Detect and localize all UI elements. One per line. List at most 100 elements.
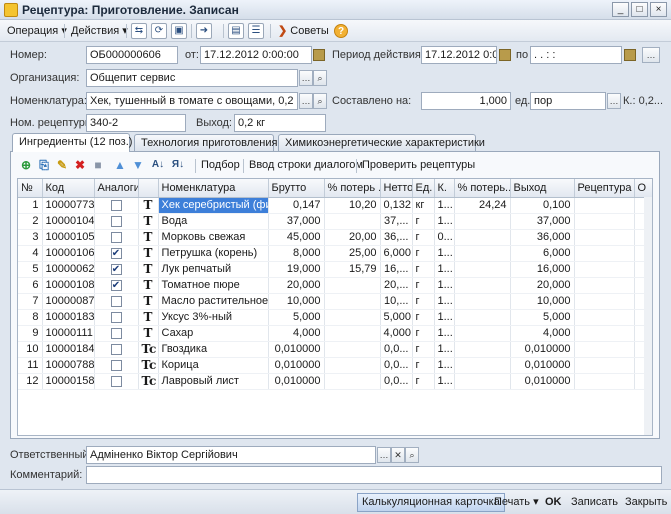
cell-net[interactable]: 5,000: [380, 309, 413, 326]
cell-loss-percent[interactable]: [324, 309, 381, 326]
column-header-unit[interactable]: Ед.: [412, 179, 435, 198]
refresh-icon[interactable]: ⟳: [151, 23, 167, 39]
cell-row-number[interactable]: 12: [18, 373, 43, 390]
analog-checkbox-cell[interactable]: [94, 309, 139, 326]
cell-yield[interactable]: 20,000: [510, 277, 575, 294]
column-header-net[interactable]: Нетто: [380, 179, 413, 198]
tab-technology[interactable]: Технология приготовления: [134, 134, 277, 152]
analog-checkbox[interactable]: [110, 359, 122, 371]
column-header-code[interactable]: Код: [42, 179, 95, 198]
cell-coefficient[interactable]: 1...: [434, 325, 455, 342]
cell-nomenclature[interactable]: Уксус 3%-ный: [158, 309, 269, 326]
tab-chemical-characteristics[interactable]: Химикоэнергетические характеристики: [278, 134, 485, 152]
clear-icon[interactable]: ✕: [391, 447, 405, 463]
analog-checkbox[interactable]: [110, 311, 122, 323]
cell-gross[interactable]: 8,000: [268, 245, 325, 262]
cell-recipe[interactable]: [574, 341, 635, 358]
table-row[interactable]: 3 10000105 T Морковь свежая 45,000 20,00 36,..…: [18, 229, 652, 246]
cell-code[interactable]: 10000184: [42, 341, 95, 358]
analog-checkbox[interactable]: ✔: [110, 247, 122, 259]
cell-net[interactable]: 0,132: [380, 197, 413, 214]
calendar-icon[interactable]: [313, 49, 325, 61]
cell-nomenclature[interactable]: Хек серебристый (фи...: [158, 197, 269, 214]
cell-recipe[interactable]: [574, 357, 635, 374]
search-icon[interactable]: ⌕: [405, 447, 419, 463]
cell-nomenclature[interactable]: Лук репчатый: [158, 261, 269, 278]
tips-button[interactable]: ❯ Советы: [274, 22, 333, 40]
comment-field[interactable]: [86, 466, 662, 484]
cell-yield[interactable]: 10,000: [510, 293, 575, 310]
cell-loss-percent[interactable]: [324, 357, 381, 374]
analog-checkbox[interactable]: [110, 199, 122, 211]
copy-icon[interactable]: ▣: [171, 23, 187, 39]
cell-loss-percent-2[interactable]: [454, 309, 511, 326]
cell-row-number[interactable]: 1: [18, 197, 43, 214]
analog-checkbox-cell[interactable]: [94, 213, 139, 230]
item-type-icon[interactable]: T: [138, 261, 159, 278]
cell-unit[interactable]: г: [412, 341, 435, 358]
cell-nomenclature[interactable]: Масло растительное: [158, 293, 269, 310]
cell-loss-percent-2[interactable]: [454, 245, 511, 262]
column-header-row-number[interactable]: №: [18, 179, 43, 198]
analog-checkbox-cell[interactable]: [94, 229, 139, 246]
item-type-icon[interactable]: T: [138, 213, 159, 230]
table-row[interactable]: 8 10000183 T Уксус 3%-ный 5,000 5,000 г 1... 5,0…: [18, 309, 652, 326]
number-field[interactable]: ОБ000000606: [86, 46, 178, 64]
cell-gross[interactable]: 37,000: [268, 213, 325, 230]
cell-yield[interactable]: 16,000: [510, 261, 575, 278]
enter-row-dialog-button[interactable]: Ввод строки диалогом: [249, 159, 363, 171]
cell-net[interactable]: 16,...: [380, 261, 413, 278]
ok-button[interactable]: OK: [540, 493, 567, 512]
cell-gross[interactable]: 0,010000: [268, 373, 325, 390]
cell-row-number[interactable]: 6: [18, 277, 43, 294]
cell-loss-percent-2[interactable]: [454, 373, 511, 390]
item-type-icon[interactable]: T: [138, 309, 159, 326]
analog-checkbox[interactable]: [110, 343, 122, 355]
cell-unit[interactable]: г: [412, 373, 435, 390]
analog-checkbox-cell[interactable]: [94, 197, 139, 214]
cell-recipe[interactable]: [574, 293, 635, 310]
cell-coefficient[interactable]: 1...: [434, 261, 455, 278]
column-header-yield[interactable]: Выход: [510, 179, 575, 198]
select-button[interactable]: …: [299, 93, 313, 109]
maximize-button[interactable]: □: [631, 2, 648, 17]
item-type-icon[interactable]: T: [138, 197, 159, 214]
cell-gross[interactable]: 20,000: [268, 277, 325, 294]
cell-code[interactable]: 10000087: [42, 293, 95, 310]
date-field[interactable]: 17.12.2012 0:00:00: [200, 46, 312, 64]
cell-yield[interactable]: 0,010000: [510, 357, 575, 374]
unit-field[interactable]: пор: [530, 92, 606, 110]
cell-code[interactable]: 10000062: [42, 261, 95, 278]
analog-checkbox[interactable]: ✔: [110, 263, 122, 275]
select-button[interactable]: …: [377, 447, 391, 463]
cell-gross[interactable]: 5,000: [268, 309, 325, 326]
report-icon[interactable]: ▤: [228, 23, 244, 39]
column-header-loss-percent[interactable]: % потерь ...: [324, 179, 381, 198]
cell-net[interactable]: 36,...: [380, 229, 413, 246]
cell-row-number[interactable]: 10: [18, 341, 43, 358]
item-type-icon[interactable]: T: [138, 277, 159, 294]
table-row[interactable]: 4 10000106 ✔ T Петрушка (корень) 8,000 25,00 6,…: [18, 245, 652, 262]
cell-row-number[interactable]: 8: [18, 309, 43, 326]
cell-unit[interactable]: г: [412, 309, 435, 326]
cell-recipe[interactable]: [574, 197, 635, 214]
cell-loss-percent-2[interactable]: [454, 325, 511, 342]
cell-coefficient[interactable]: 1...: [434, 245, 455, 262]
cell-yield[interactable]: 6,000: [510, 245, 575, 262]
cell-gross[interactable]: 0,010000: [268, 341, 325, 358]
cell-gross[interactable]: 0,147: [268, 197, 325, 214]
cell-code[interactable]: 10000158: [42, 373, 95, 390]
analog-checkbox-cell[interactable]: ✔: [94, 245, 139, 262]
cell-net[interactable]: 6,000: [380, 245, 413, 262]
cell-recipe[interactable]: [574, 325, 635, 342]
cell-loss-percent[interactable]: [324, 277, 381, 294]
save-button[interactable]: Записать: [566, 493, 623, 512]
cell-yield[interactable]: 4,000: [510, 325, 575, 342]
cell-unit[interactable]: г: [412, 325, 435, 342]
cell-nomenclature[interactable]: Петрушка (корень): [158, 245, 269, 262]
cell-loss-percent[interactable]: 20,00: [324, 229, 381, 246]
minimize-button[interactable]: _: [612, 2, 629, 17]
table-row[interactable]: 10 10000184 Tc Гвоздика 0,010000 0,0... г 1... 0…: [18, 341, 652, 358]
operation-menu[interactable]: Операция ▾: [3, 22, 71, 40]
item-type-icon[interactable]: Tc: [138, 357, 159, 374]
